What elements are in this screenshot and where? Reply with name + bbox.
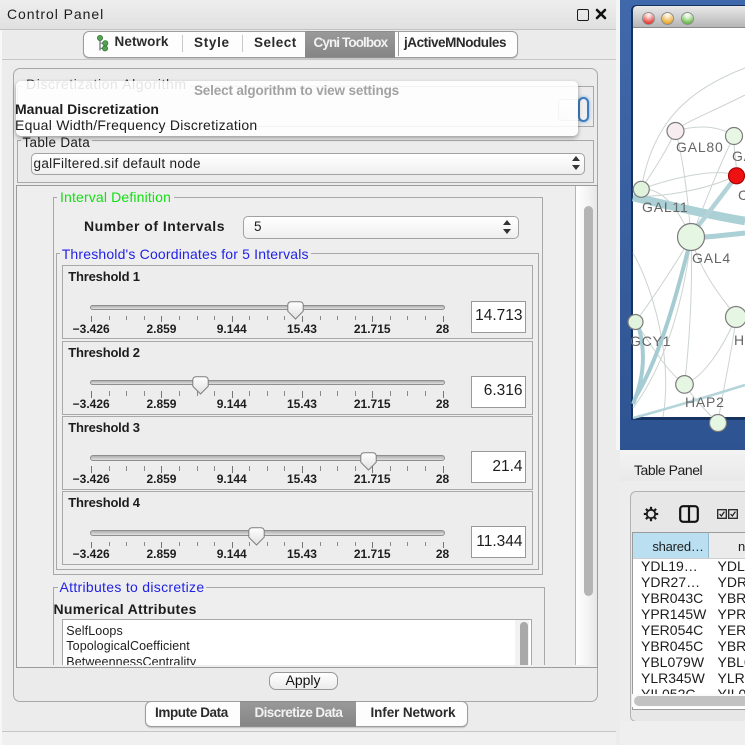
svg-text:GAL11: GAL11	[642, 199, 689, 215]
svg-text:GAL80: GAL80	[676, 139, 724, 155]
svg-text:GCY1: GCY1	[630, 333, 671, 349]
svg-text:C: C	[738, 187, 745, 203]
svg-text:GAL4: GAL4	[692, 250, 731, 266]
svg-text:GA: GA	[732, 148, 745, 164]
svg-text:HAP2: HAP2	[685, 394, 725, 410]
svg-text:H: H	[734, 332, 745, 348]
